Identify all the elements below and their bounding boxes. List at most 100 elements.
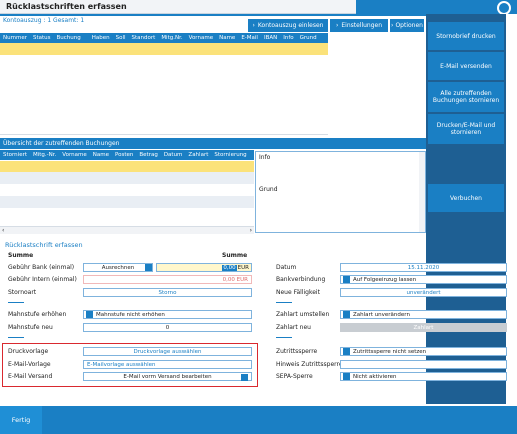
access-block-toggle[interactable]: Zutrittssperre nicht setzen — [340, 347, 507, 356]
table-row[interactable] — [0, 184, 254, 196]
scroll-left-icon[interactable]: ‹ — [2, 227, 4, 234]
new-due-input[interactable]: unverändert — [340, 288, 507, 297]
book-label: Verbuchen — [449, 194, 482, 202]
table-row[interactable] — [0, 43, 328, 55]
col-credit[interactable]: Haben — [84, 35, 113, 41]
internal-fee-value: 0,00 EUR — [222, 276, 248, 283]
email-send-label: E-Mail versenden — [440, 62, 492, 70]
email-template-value: E-Mailvorlage auswählen — [87, 361, 156, 368]
col-member-no[interactable]: Mitg.Nr. — [158, 35, 185, 41]
col-number[interactable]: Nummer — [0, 35, 30, 41]
sepa-block-checkbox[interactable] — [343, 373, 350, 380]
col-date[interactable]: Datum — [161, 152, 186, 158]
print-email-cancel-label: Drucken/E-Mail und stornieren — [436, 122, 496, 136]
overview-title-bar: Übersicht der zutreffenden Buchungen — [0, 138, 426, 149]
table-row[interactable] — [0, 196, 254, 208]
payment-change-toggle[interactable]: Zahlart unverändern — [340, 310, 507, 319]
settings-label: Einstellungen — [341, 22, 383, 29]
payment-new-label: Zahlart neu — [276, 324, 311, 331]
storno-type-select[interactable]: Storno — [83, 288, 252, 297]
email-send-button[interactable]: E-Mail versenden — [428, 52, 504, 80]
chevron-right-icon: › — [391, 22, 394, 29]
email-send-checkbox[interactable] — [241, 373, 248, 381]
bank-fee-currency: EUR — [237, 264, 249, 271]
email-send-option-value: E-Mail vorm Versand bearbeiten — [123, 373, 212, 380]
payment-new-select[interactable]: Zahlart — [340, 323, 507, 332]
read-statement-button[interactable]: › Kontoauszug einlesen — [248, 19, 328, 32]
storno-print-button[interactable]: Stornobrief drucken — [428, 22, 504, 50]
title-strip: Rücklastschriften erfassen — [0, 0, 356, 14]
access-hint-label: Hinweis Zutrittssperre — [276, 361, 343, 368]
bank-fee-value: 0,00 — [222, 264, 237, 271]
new-due-label: Neue Fälligkeit — [276, 289, 320, 296]
options-button[interactable]: › Optionen — [390, 19, 424, 32]
table-row[interactable] — [0, 172, 254, 184]
access-block-checkbox[interactable] — [343, 348, 350, 355]
cancel-all-button[interactable]: Alle zutreffenden Buchungen stornieren — [428, 82, 504, 112]
dunning-raise-value: Mahnstufe nicht erhöhen — [96, 311, 165, 318]
statement-table-header: Nummer Status Buchung Haben Soll Standor… — [0, 33, 328, 43]
dunning-new-value: 0 — [165, 324, 170, 331]
divider — [276, 337, 292, 338]
scroll-right-icon[interactable]: › — [250, 227, 252, 234]
col-firstname[interactable]: Vorname — [59, 152, 89, 158]
overview-table-header: Storniert Mitg.-Nr. Vorname Name Posten … — [0, 150, 254, 160]
form-section-title: Rücklastschrift erfassen — [5, 241, 83, 249]
col-name[interactable]: Name — [216, 35, 238, 41]
col-location[interactable]: Standort — [129, 35, 159, 41]
info-reason-box[interactable]: Info Grund — [255, 151, 426, 233]
email-template-select[interactable]: E-Mailvorlage auswählen — [83, 360, 252, 369]
statement-table-body — [0, 55, 328, 135]
vertical-scrollbar[interactable] — [419, 152, 425, 232]
sum-right-label: Summe — [222, 252, 248, 259]
payment-new-value: Zahlart — [413, 324, 434, 331]
calc-checkbox[interactable] — [145, 264, 152, 271]
col-reason[interactable]: Grund — [297, 35, 320, 41]
dunning-raise-checkbox[interactable] — [86, 311, 93, 318]
dunning-new-input[interactable]: 0 — [83, 323, 252, 332]
divider — [276, 302, 292, 303]
bank-link-checkbox[interactable] — [343, 276, 350, 283]
col-cancelled[interactable]: Storniert — [0, 152, 30, 158]
col-payment[interactable]: Zahlart — [185, 152, 211, 158]
col-item[interactable]: Posten — [112, 152, 136, 158]
internal-fee-input[interactable]: 0,00 EUR — [83, 275, 252, 284]
print-template-select[interactable]: Druckvorlage auswählen — [83, 347, 252, 356]
col-status[interactable]: Status — [30, 35, 54, 41]
email-template-label: E-Mail-Vorlage — [8, 361, 51, 368]
print-email-cancel-button[interactable]: Drucken/E-Mail und stornieren — [428, 114, 504, 144]
table-row[interactable] — [0, 161, 254, 172]
dunning-raise-toggle[interactable]: Mahnstufe nicht erhöhen — [83, 310, 252, 319]
col-member-no[interactable]: Mitg.-Nr. — [30, 152, 59, 158]
options-label: Optionen — [395, 22, 423, 29]
done-button[interactable]: Fertig — [0, 406, 42, 434]
col-info[interactable]: Info — [280, 35, 296, 41]
col-cancellation[interactable]: Stornierung — [211, 152, 249, 158]
col-amount[interactable]: Betrag — [136, 152, 160, 158]
overview-title: Übersicht der zutreffenden Buchungen — [3, 140, 120, 147]
bank-link-toggle[interactable]: Auf Folgeeinzug lassen — [340, 275, 507, 284]
date-input[interactable]: 15.11.2020 — [340, 263, 507, 272]
horizontal-scrollbar[interactable]: ‹ › — [0, 226, 254, 234]
dunning-raise-label: Mahnstufe erhöhen — [8, 311, 67, 318]
sepa-block-toggle[interactable]: Nicht aktivieren — [340, 372, 507, 381]
col-iban[interactable]: IBAN — [261, 35, 280, 41]
date-label: Datum — [276, 264, 297, 271]
col-debit[interactable]: Soll — [113, 35, 129, 41]
col-name[interactable]: Name — [90, 152, 112, 158]
col-booking[interactable]: Buchung — [54, 35, 84, 41]
bank-fee-label: Gebühr Bank (einmal) — [8, 264, 75, 271]
settings-button[interactable]: › Einstellungen — [330, 19, 388, 32]
scroll-margin — [506, 14, 517, 404]
col-email[interactable]: E-Mail — [238, 35, 261, 41]
bank-fee-input[interactable]: 0,00 EUR — [156, 263, 252, 272]
col-firstname[interactable]: Vorname — [186, 35, 216, 41]
info-label: Info — [259, 154, 271, 161]
payment-change-label: Zahlart umstellen — [276, 311, 330, 318]
book-button[interactable]: Verbuchen — [428, 184, 504, 212]
access-block-label: Zutrittssperre — [276, 348, 318, 355]
email-send-option-toggle[interactable]: E-Mail vorm Versand bearbeiten — [83, 372, 252, 381]
access-hint-input[interactable] — [340, 360, 507, 369]
calc-button[interactable]: Ausrechnen — [83, 263, 153, 272]
payment-change-checkbox[interactable] — [343, 311, 350, 318]
